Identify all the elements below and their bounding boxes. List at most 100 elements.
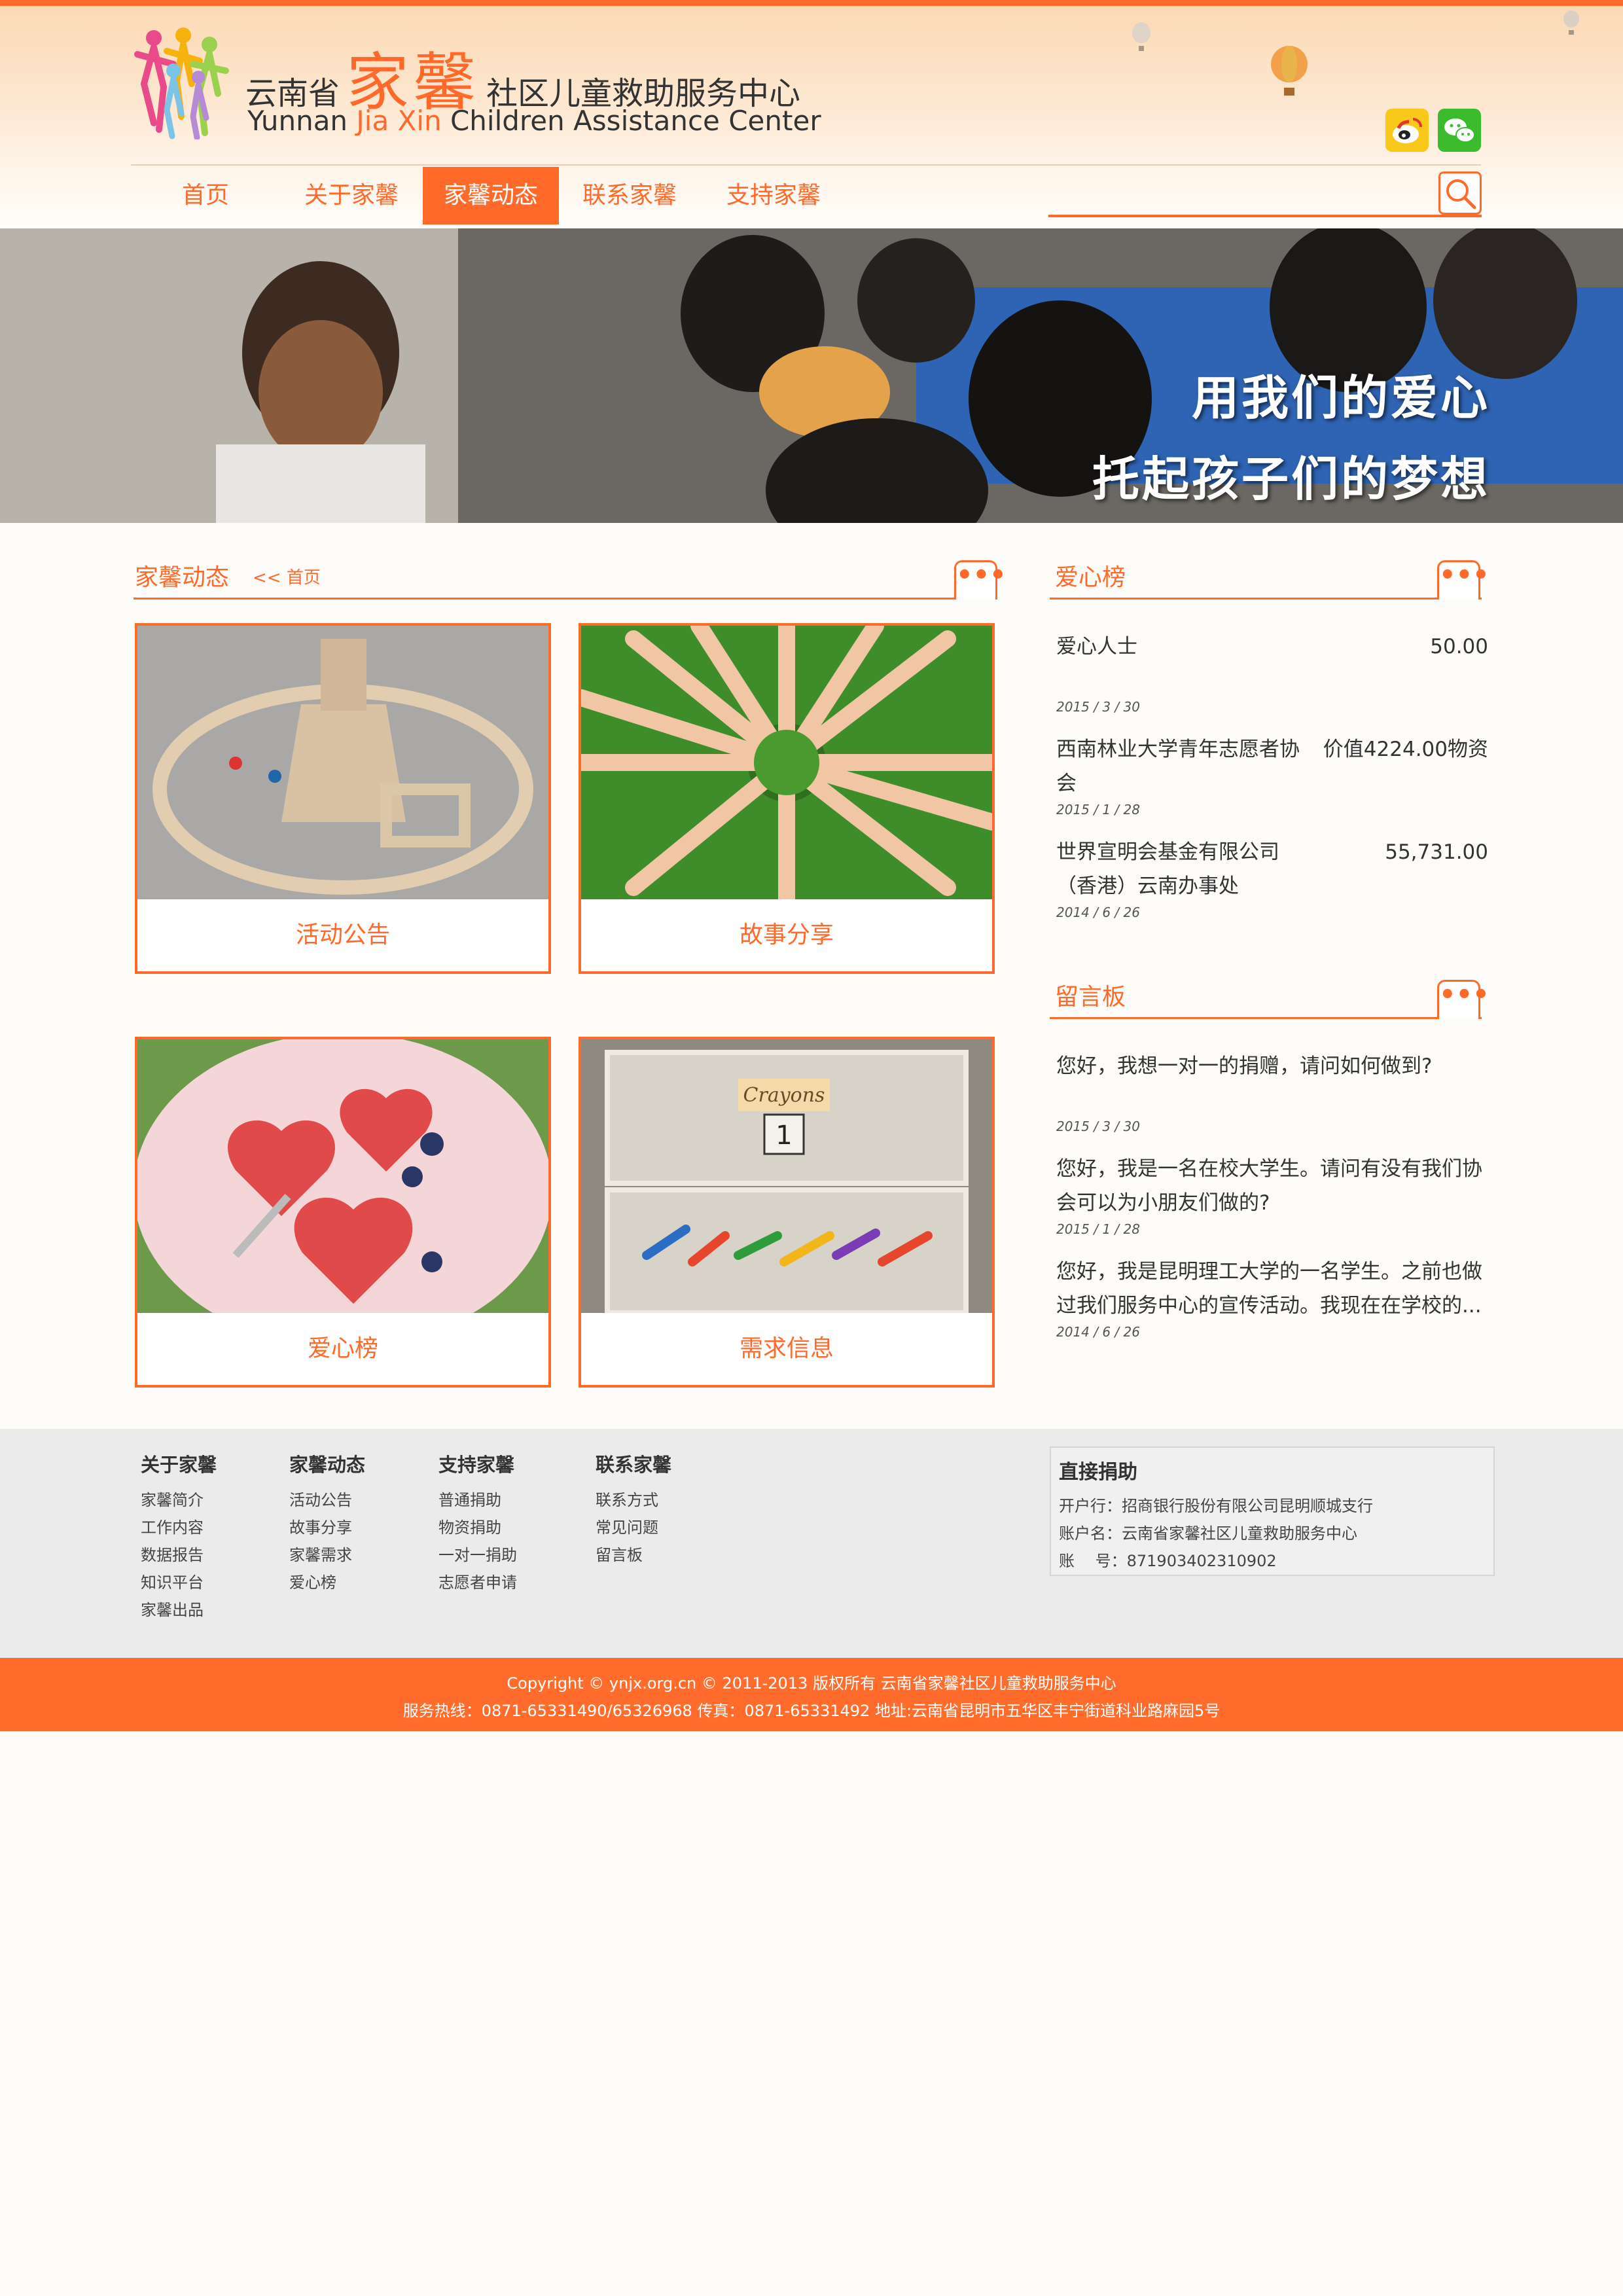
card-label: 活动公告 — [137, 899, 548, 971]
message-text: 您好，我是一名在校大学生。请问有没有我们协会可以为小朋友们做的? — [1056, 1157, 1482, 1215]
balloon-icon — [1271, 46, 1308, 96]
search-box — [1048, 171, 1482, 217]
card-stories[interactable]: 故事分享 — [579, 623, 995, 974]
message-text: 您好，我想一对一的捐赠，请问如何做到? — [1056, 1054, 1433, 1078]
donor-name: 爱心人士 — [1056, 635, 1137, 658]
balloon-icon — [1563, 10, 1579, 35]
wechat-icon[interactable] — [1438, 109, 1481, 152]
message-board-title: 留言板 — [1055, 984, 1126, 1011]
footer-col-news: 家馨动态 活动公告 故事分享 家馨需求 爱心榜 — [289, 1450, 365, 1596]
footer-link[interactable]: 物资捐助 — [438, 1514, 517, 1541]
footer-link[interactable]: 普通捐助 — [438, 1486, 517, 1514]
footer-link[interactable]: 故事分享 — [289, 1514, 365, 1541]
search-underline — [1048, 215, 1482, 217]
search-icon — [1446, 179, 1476, 209]
card-love-board[interactable]: 爱心榜 — [135, 1037, 551, 1388]
donation-amount: 55,731.00 — [1385, 840, 1488, 864]
footer-col-about: 关于家馨 家馨简介 工作内容 数据报告 知识平台 家馨出品 — [141, 1450, 217, 1624]
donation-amount: 价值4224.00物资 — [1323, 738, 1488, 761]
footer-link[interactable]: 一对一捐助 — [438, 1541, 517, 1569]
message-text: 您好，我是昆明理工大学的一名学生。之前也做过我们服务中心的宣传活动。我现在在学校… — [1056, 1260, 1482, 1318]
love-board-title: 爱心榜 — [1055, 564, 1126, 591]
message-item[interactable]: 您好，我想一对一的捐赠，请问如何做到? 2015 / 3 / 30 — [1056, 1049, 1488, 1141]
nav-item-about[interactable]: 关于家馨 — [280, 167, 423, 224]
donation-bank: 开户行：招商银行股份有限公司昆明顺城支行 — [1059, 1497, 1373, 1515]
footer-link[interactable]: 知识平台 — [141, 1569, 217, 1596]
search-input[interactable] — [1048, 171, 1428, 213]
donation-account-number: 账 号：871903402310902 — [1059, 1552, 1277, 1570]
donation-date: 2014 / 6 / 26 — [1056, 905, 1140, 920]
footer-link[interactable]: 数据报告 — [141, 1541, 217, 1569]
donation-date: 2015 / 1 / 28 — [1056, 802, 1140, 817]
card-label: 故事分享 — [581, 899, 992, 971]
news-section-title: 家馨动态 — [135, 564, 230, 591]
news-section-underline — [134, 598, 997, 600]
card-image — [581, 626, 992, 899]
copyright-line: Copyright © ynjx.org.cn © 2011-2013 版权所有… — [507, 1674, 1116, 1693]
breadcrumb-home-link[interactable]: << 首页 — [253, 564, 321, 588]
footer-link[interactable]: 志愿者申请 — [438, 1569, 517, 1596]
love-board-underline — [1050, 598, 1482, 600]
logo-icon — [134, 27, 229, 139]
nav-item-news[interactable]: 家馨动态 — [423, 167, 559, 224]
donation-account-name: 账户名：云南省家馨社区儿童救助服务中心 — [1059, 1524, 1357, 1543]
banner-slogan-line2: 托起孩子们的梦想 — [1092, 452, 1490, 507]
nav-item-home[interactable]: 首页 — [131, 167, 280, 224]
card-image — [137, 1039, 548, 1313]
card-image — [137, 626, 548, 899]
message-date: 2015 / 1 / 28 — [1056, 1221, 1140, 1237]
card-announcements[interactable]: 活动公告 — [135, 623, 551, 974]
svg-text:Crayons: Crayons — [743, 1084, 825, 1107]
footer-col-title: 关于家馨 — [141, 1454, 217, 1476]
nav-item-contact[interactable]: 联系家馨 — [559, 167, 700, 224]
weibo-icon[interactable] — [1385, 109, 1429, 152]
logo-en-prefix: Yunnan — [247, 105, 357, 137]
footer-link[interactable]: 家馨简介 — [141, 1486, 217, 1514]
footer-link[interactable]: 爱心榜 — [289, 1569, 365, 1596]
banner-slogan-line1: 用我们的爱心 — [1191, 370, 1490, 425]
news-more-button[interactable]: ••• — [954, 560, 1007, 600]
card-needs[interactable]: Crayons 1 需求信息 — [579, 1037, 995, 1388]
footer-link[interactable]: 家馨出品 — [141, 1596, 217, 1624]
footer-col-title: 联系家馨 — [596, 1454, 672, 1476]
footer-link[interactable]: 留言板 — [596, 1541, 671, 1569]
message-date: 2015 / 3 / 30 — [1056, 1119, 1140, 1134]
direct-donation-box: 直接捐助 开户行：招商银行股份有限公司昆明顺城支行 账户名：云南省家馨社区儿童救… — [1050, 1446, 1495, 1576]
logo-en-highlight: Jia Xin — [356, 105, 442, 137]
love-board-more-button[interactable]: ••• — [1437, 560, 1489, 600]
main-nav: 首页 关于家馨 家馨动态 联系家馨 支持家馨 — [131, 167, 847, 224]
top-accent-line — [0, 0, 1623, 6]
love-board-item[interactable]: 世界宣明会基金有限公司（香港）云南办事处 55,731.00 2014 / 6 … — [1056, 835, 1488, 927]
message-date: 2014 / 6 / 26 — [1056, 1324, 1140, 1340]
footer-link[interactable]: 工作内容 — [141, 1514, 217, 1541]
message-item[interactable]: 您好，我是昆明理工大学的一名学生。之前也做过我们服务中心的宣传活动。我现在在学校… — [1056, 1255, 1488, 1346]
footer-link[interactable]: 常见问题 — [596, 1514, 671, 1541]
footer-link[interactable]: 家馨需求 — [289, 1541, 365, 1569]
footer-link[interactable]: 活动公告 — [289, 1486, 365, 1514]
nav-item-support[interactable]: 支持家馨 — [700, 167, 847, 224]
donation-date: 2015 / 3 / 30 — [1056, 699, 1140, 715]
logo-title-cn: 云南省 家馨 社区儿童救助服务中心 — [245, 31, 800, 119]
love-board-item[interactable]: 西南林业大学青年志愿者协会 价值4224.00物资 2015 / 1 / 28 — [1056, 732, 1488, 824]
hero-banner: 用我们的爱心 托起孩子们的梦想 — [0, 228, 1623, 523]
search-button[interactable] — [1438, 171, 1482, 215]
contact-line: 服务热线：0871-65331490/65326968 传真：0871-6533… — [402, 1702, 1221, 1720]
donation-amount: 50.00 — [1430, 635, 1488, 658]
card-image: Crayons 1 — [581, 1039, 992, 1313]
logo-en-suffix: Children Assistance Center — [441, 105, 821, 137]
donor-name: 世界宣明会基金有限公司（香港）云南办事处 — [1056, 840, 1279, 898]
donation-box-title: 直接捐助 — [1059, 1461, 1137, 1484]
footer-col-contact: 联系家馨 联系方式 常见问题 留言板 — [596, 1450, 671, 1569]
card-label: 需求信息 — [581, 1313, 992, 1385]
copyright-bar: Copyright © ynjx.org.cn © 2011-2013 版权所有… — [0, 1658, 1623, 1731]
message-item[interactable]: 您好，我是一名在校大学生。请问有没有我们协会可以为小朋友们做的? 2015 / … — [1056, 1152, 1488, 1244]
footer-col-title: 支持家馨 — [438, 1454, 515, 1476]
donor-name: 西南林业大学青年志愿者协会 — [1056, 738, 1300, 795]
footer-col-support: 支持家馨 普通捐助 物资捐助 一对一捐助 志愿者申请 — [438, 1450, 517, 1596]
message-board-more-button[interactable]: ••• — [1437, 980, 1489, 1019]
svg-text:1: 1 — [776, 1121, 792, 1151]
love-board-item[interactable]: 爱心人士 50.00 2015 / 3 / 30 — [1056, 630, 1488, 721]
logo-title-en: Yunnan Jia Xin Children Assistance Cente… — [247, 105, 821, 137]
footer-link[interactable]: 联系方式 — [596, 1486, 671, 1514]
message-board-underline — [1050, 1017, 1482, 1019]
